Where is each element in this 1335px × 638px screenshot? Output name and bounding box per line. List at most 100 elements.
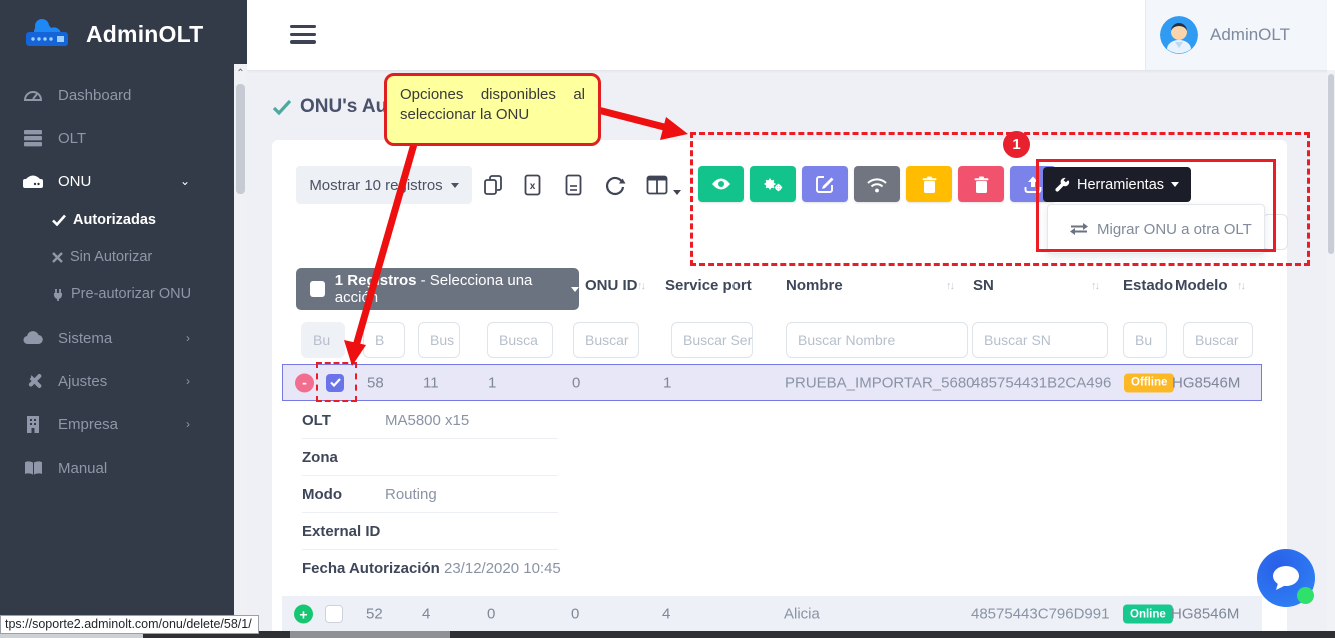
vertical-scrollbar[interactable] (1327, 70, 1335, 631)
page-title: ONU's Aut (272, 96, 394, 118)
trash-icon (922, 176, 937, 193)
building-icon (22, 416, 44, 433)
row-checkbox-unchecked[interactable] (325, 605, 343, 623)
table-row-selected[interactable]: - 58 11 1 0 1 PRUEBA_IMPORTAR_5680 48575… (282, 364, 1262, 401)
sidebar-item-label: Dashboard (58, 87, 131, 104)
services-onu-button[interactable] (750, 166, 796, 202)
filter-input-3[interactable] (418, 322, 460, 358)
cell-sn: 485754431B2CA496 (972, 374, 1111, 391)
filter-input-nombre[interactable] (786, 322, 968, 358)
onu-device-icon (22, 173, 44, 189)
cell-c1: 52 (366, 606, 383, 623)
sidebar-item-autorizadas[interactable]: Autorizadas (52, 207, 156, 233)
horizontal-scrollbar-thumb[interactable] (290, 631, 450, 638)
wifi-icon (866, 176, 888, 193)
chevron-right-icon: › (186, 417, 190, 431)
soft-delete-onu-button[interactable] (906, 166, 952, 202)
show-records-label: Mostrar 10 registros (309, 177, 442, 194)
sidebar-item-sistema[interactable]: Sistema › (0, 323, 234, 353)
filter-input-4[interactable] (487, 322, 553, 358)
row-checkbox-checked[interactable] (326, 374, 344, 392)
sidebar: AdminOLT Dashboard OLT ONU ⌄ Autorizadas (0, 0, 247, 638)
wifi-onu-button[interactable] (854, 166, 900, 202)
menu-item-migrar-onu[interactable]: Migrar ONU a otra OLT (1070, 221, 1252, 238)
table-row[interactable]: + 52 4 0 0 4 Alicia 48575443C796D991 Onl… (282, 596, 1262, 632)
show-records-dropdown[interactable]: Mostrar 10 registros (296, 166, 472, 204)
brand-logo[interactable]: AdminOLT (20, 14, 203, 54)
delete-onu-button[interactable] (958, 166, 1004, 202)
chat-widget-button[interactable] (1257, 549, 1315, 607)
annotation-step-badge: 1 (1003, 131, 1030, 158)
refresh-icon[interactable] (604, 174, 626, 196)
sidebar-item-label: OLT (58, 130, 86, 147)
scroll-up-arrow-icon[interactable]: ⌃ (234, 64, 247, 82)
detail-row-fecha-autorizacion: Fecha Autorización 23/12/2020 10:45 (284, 550, 984, 587)
sidebar-item-label: Ajustes (58, 373, 107, 390)
cell-c2: 11 (423, 374, 439, 391)
migrate-arrows-icon (1070, 223, 1088, 235)
column-header-onu-id[interactable]: ONU ID (585, 277, 638, 294)
caret-down-icon (571, 287, 579, 292)
filter-input-2[interactable] (363, 322, 405, 358)
filter-input-1[interactable] (301, 322, 345, 358)
menu-item-label: Migrar ONU a otra OLT (1097, 221, 1252, 238)
edit-onu-button[interactable] (802, 166, 848, 202)
filter-input-sn[interactable] (972, 322, 1108, 358)
vertical-scrollbar-thumb[interactable] (1328, 74, 1334, 254)
view-onu-button[interactable] (698, 166, 744, 202)
sidebar-scrollbar-thumb[interactable] (236, 84, 245, 194)
sort-icon[interactable]: ↑↓ (946, 280, 953, 292)
caret-down-icon[interactable] (673, 182, 681, 200)
caret-down-icon (1171, 182, 1179, 187)
sidebar-item-ajustes[interactable]: Ajustes › (0, 366, 234, 396)
expand-row-icon[interactable]: + (294, 605, 313, 624)
sort-icon[interactable]: ↑↓ (637, 280, 644, 292)
excel-export-icon[interactable]: x (524, 174, 546, 196)
filter-input-onu-id[interactable] (573, 322, 639, 358)
sidebar-item-dashboard[interactable]: Dashboard (0, 80, 234, 110)
sidebar-item-onu[interactable]: ONU ⌄ (0, 166, 234, 196)
column-header-estado[interactable]: Estado (1123, 277, 1173, 294)
column-header-modelo[interactable]: Modelo (1175, 277, 1228, 294)
tools-dropdown-menu: Migrar ONU a otra OLT (1047, 204, 1265, 254)
check-icon (52, 214, 66, 226)
status-badge-offline: Offline (1124, 373, 1174, 392)
sidebar-subitem-label: Autorizadas (73, 212, 156, 228)
filter-input-estado[interactable] (1123, 322, 1167, 358)
collapse-row-icon[interactable]: - (295, 373, 314, 392)
select-all-checkbox[interactable] (310, 281, 325, 297)
sidebar-item-empresa[interactable]: Empresa › (0, 409, 234, 439)
sidebar-scrollbar[interactable]: ⌃ (234, 64, 247, 638)
sidebar-item-manual[interactable]: Manual (0, 453, 234, 483)
svg-text:x: x (530, 181, 536, 192)
column-header-nombre[interactable]: Nombre (786, 277, 843, 294)
selection-action-dropdown[interactable]: 1 Registros - Selecciona una acción (296, 268, 579, 310)
caret-down-icon (451, 183, 459, 188)
detail-row-modo: Modo Routing (284, 476, 984, 513)
file-export-icon[interactable] (565, 174, 587, 196)
dashboard-icon (22, 86, 44, 104)
column-visibility-icon[interactable] (646, 174, 668, 196)
sidebar-item-olt[interactable]: OLT (0, 123, 234, 153)
sort-icon[interactable]: ↑↓ (1091, 280, 1098, 292)
sort-icon[interactable]: ↑↓ (731, 280, 738, 292)
sidebar-item-label: Sistema (58, 330, 112, 347)
sort-icon[interactable]: ↑↓ (1237, 280, 1244, 292)
user-menu[interactable]: AdminOLT (1145, 0, 1327, 70)
copy-icon[interactable] (483, 174, 505, 196)
book-icon (22, 461, 44, 476)
cell-nombre: PRUEBA_IMPORTAR_5680 (785, 374, 975, 391)
menu-toggle-icon[interactable] (290, 25, 316, 45)
sidebar-item-pre-autorizar-onu[interactable]: Pre-autorizar ONU (52, 281, 191, 307)
upload-icon (1024, 176, 1042, 193)
sidebar-item-sin-autorizar[interactable]: Sin Autorizar (52, 244, 152, 270)
column-header-sn[interactable]: SN (973, 277, 994, 294)
filter-input-modelo[interactable] (1183, 322, 1253, 358)
tools-dropdown-button[interactable]: Herramientas (1043, 167, 1191, 202)
filter-input-service-port[interactable] (671, 322, 753, 358)
column-header-service-port[interactable]: Service port (665, 277, 752, 294)
cloud-icon (22, 331, 44, 345)
status-badge-online: Online (1123, 605, 1173, 624)
cell-c3: 1 (488, 374, 496, 391)
cell-c3: 0 (487, 606, 495, 623)
